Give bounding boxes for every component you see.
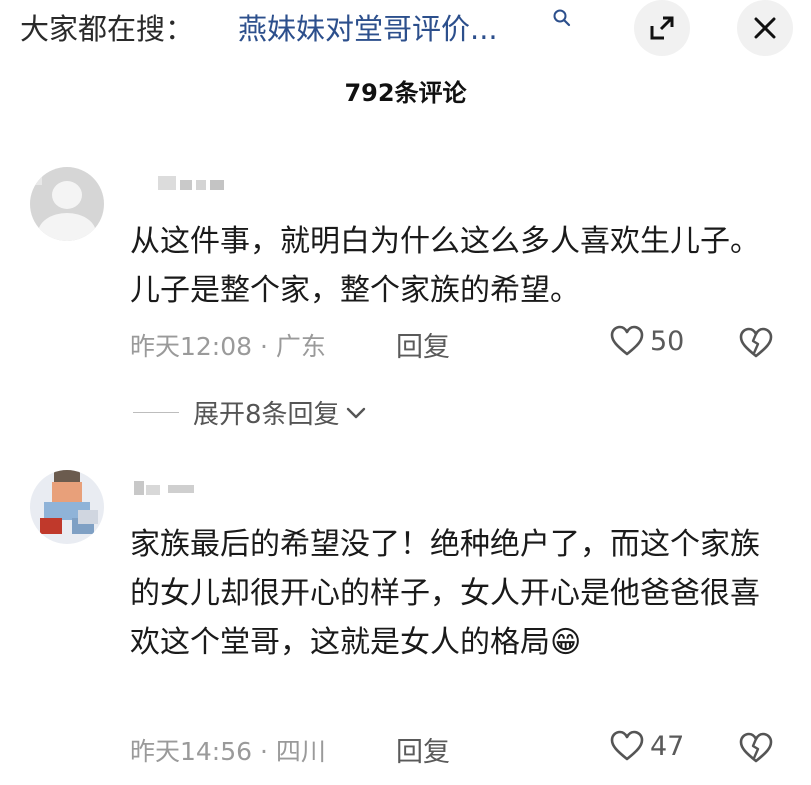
expand-icon (650, 16, 674, 40)
username-blurred[interactable] (134, 481, 214, 497)
top-bar: 大家都在搜： 燕妹妹对堂哥评价... (0, 0, 811, 56)
comment-location: 广东 (275, 332, 326, 361)
like-button[interactable]: 47 (610, 730, 684, 762)
like-count: 50 (650, 325, 685, 357)
avatar[interactable] (30, 167, 104, 241)
expand-replies-button[interactable]: 展开8条回复 (133, 394, 366, 431)
comment-location: 四川 (275, 737, 326, 766)
comments-count-title: 792条评论 (344, 79, 467, 107)
broken-heart-icon[interactable] (738, 327, 774, 359)
heart-outline-icon (610, 325, 644, 356)
heart-outline-icon (610, 730, 644, 761)
avatar[interactable] (30, 470, 104, 544)
comment-time: 昨天14:56 (130, 737, 253, 766)
search-suggestion-link[interactable]: 燕妹妹对堂哥评价... (238, 6, 498, 48)
reply-button[interactable]: 回复 (396, 730, 450, 769)
broken-heart-icon[interactable] (738, 732, 774, 764)
like-count: 47 (650, 730, 685, 762)
chevron-down-icon (346, 407, 365, 418)
like-button[interactable]: 50 (610, 325, 684, 357)
comment-time: 昨天12:08 (130, 332, 253, 361)
expand-replies-label: 展开8条回复 (193, 400, 340, 430)
reply-button[interactable]: 回复 (396, 325, 450, 364)
divider-line (133, 412, 179, 413)
search-prefix-label: 大家都在搜： (20, 12, 195, 46)
close-button[interactable] (737, 0, 793, 56)
comment-meta: 昨天14:56 · 四川 (130, 737, 326, 766)
expand-button[interactable] (634, 0, 690, 56)
close-icon (754, 17, 776, 39)
comment-text: 家族最后的希望没了！绝种绝户了，而这个家族的女儿却很开心的样子，女人开心是他爸爸… (130, 527, 760, 660)
username-blurred[interactable] (158, 176, 238, 192)
search-icon[interactable] (552, 8, 572, 28)
comment-meta: 昨天12:08 · 广东 (130, 332, 326, 361)
comment-text: 从这件事，就明白为什么这么多人喜欢生儿子。儿子是整个家，整个家族的希望。 (130, 224, 760, 308)
